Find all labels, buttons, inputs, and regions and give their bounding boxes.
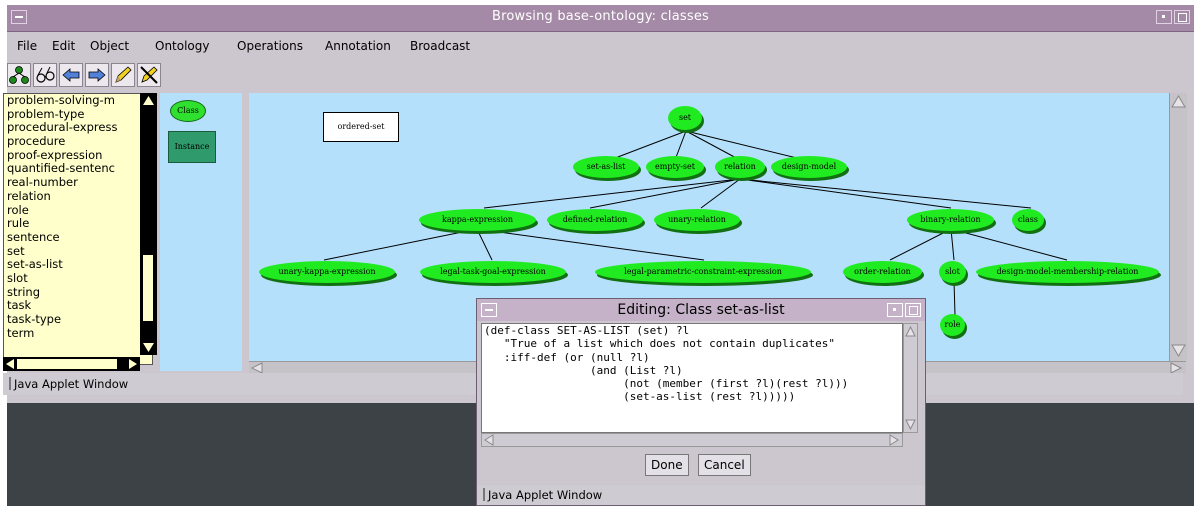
dialog-title: Editing: Class set-as-list [617, 302, 785, 318]
dialog-applet-status-label: Java Applet Window [483, 488, 602, 502]
scroll-up-icon [143, 96, 154, 105]
list-item[interactable]: proof-expression [4, 148, 152, 163]
code-line: (set-as-list (rest ?l))))) [484, 390, 796, 404]
done-button[interactable]: Done [645, 454, 689, 476]
class-list-horizontal-scrollbar[interactable] [3, 357, 140, 371]
list-item[interactable]: real-number [4, 175, 152, 190]
scroll-right-icon [1170, 362, 1183, 374]
code-line: :iff-def (or (null ?l) [484, 350, 650, 364]
maximize-button[interactable] [1174, 10, 1190, 24]
list-item[interactable]: problem-solving-m [4, 94, 152, 108]
graph-node-set-as-list[interactable]: set-as-list [573, 156, 639, 178]
graph-node-defined-relation[interactable]: defined-relation [547, 209, 643, 231]
class-mode-button[interactable]: Class [170, 100, 206, 122]
graph-node-design-model-membership-relation[interactable]: design-model-membership-relation [976, 261, 1159, 283]
scroll-right-icon [889, 434, 899, 446]
scroll-right-icon [129, 359, 137, 369]
scroll-left-icon [484, 434, 494, 446]
graph-node-slot[interactable]: slot [939, 261, 966, 283]
scroll-down-icon [143, 343, 154, 352]
graph-node-order-relation[interactable]: order-relation [843, 261, 922, 283]
dialog-applet-status-bar: Java Applet Window [477, 485, 925, 505]
list-item[interactable]: string [4, 285, 152, 300]
menu-operations[interactable]: Operations [237, 39, 303, 53]
glasses-icon[interactable] [33, 63, 57, 87]
scroll-down-icon [1171, 344, 1186, 357]
edit-class-dialog: Editing: Class set-as-list (def-class SE… [476, 298, 926, 506]
list-item[interactable]: problem-type [4, 107, 152, 122]
graph-node-role[interactable]: role [940, 314, 965, 336]
graph-node-relation[interactable]: relation [715, 156, 765, 178]
list-item[interactable]: role [4, 203, 152, 218]
minimize-button[interactable] [1156, 10, 1172, 24]
list-item[interactable]: quantified-sentenc [4, 162, 152, 176]
class-definition-editor[interactable]: (def-class SET-AS-LIST (set) ?l "True of… [481, 323, 903, 433]
scroll-left-icon [250, 362, 263, 374]
dialog-title-bar[interactable]: Editing: Class set-as-list [477, 299, 925, 321]
menu-broadcast[interactable]: Broadcast [410, 39, 470, 53]
scroll-up-icon [1171, 95, 1186, 108]
graph-node-design-model[interactable]: design-model [771, 156, 847, 178]
graph-node-set[interactable]: set [668, 106, 702, 130]
list-item[interactable]: task-type [4, 312, 152, 327]
dialog-maximize-button[interactable] [905, 303, 921, 317]
class-list-hscroll-thumb[interactable] [17, 359, 117, 369]
graph-node-class[interactable]: class [1012, 209, 1044, 231]
menu-object[interactable]: Object [90, 39, 129, 53]
tree-icon[interactable] [7, 63, 31, 87]
scroll-down-icon [905, 419, 916, 431]
menu-bar: File Edit Object Ontology Operations Ann… [7, 32, 1194, 58]
graph-node-kappa-expression[interactable]: kappa-expression [419, 209, 536, 231]
pencil-delete-icon[interactable] [137, 63, 161, 87]
list-item[interactable]: rule [4, 216, 152, 231]
arrow-left-icon[interactable] [59, 63, 83, 87]
dialog-minimize-button[interactable] [887, 303, 903, 317]
menu-edit[interactable]: Edit [52, 39, 75, 53]
graph-node-binary-relation[interactable]: binary-relation [907, 209, 994, 231]
graph-node-legal-task-goal-expression[interactable]: legal-task-goal-expression [420, 261, 566, 283]
arrow-right-icon[interactable] [85, 63, 109, 87]
pencil-icon[interactable] [111, 63, 135, 87]
graph-node-legal-parametric-constraint-expression[interactable]: legal-parametric-constraint-expression [595, 261, 811, 283]
graph-node-unary-relation[interactable]: unary-relation [654, 209, 740, 231]
menu-annotation[interactable]: Annotation [325, 39, 391, 53]
window-title: Browsing base-ontology: classes [491, 9, 710, 24]
cancel-button[interactable]: Cancel [698, 454, 751, 476]
list-item[interactable]: procedural-express [4, 121, 152, 135]
graph-node-unary-kappa-expression[interactable]: unary-kappa-expression [259, 261, 395, 283]
code-line: (def-class SET-AS-LIST (set) ?l [484, 324, 690, 337]
list-item[interactable]: term [4, 326, 152, 341]
mode-panel: Class Instance [160, 93, 242, 371]
class-list-vertical-scrollbar[interactable] [140, 93, 157, 355]
instance-mode-button[interactable]: Instance [168, 131, 216, 163]
graph-node-ordered-set[interactable]: ordered-set [323, 112, 399, 142]
list-item[interactable]: set [4, 244, 152, 259]
class-list-scroll-thumb[interactable] [143, 255, 153, 321]
list-item[interactable]: set-as-list [4, 258, 152, 272]
class-list[interactable]: problem-solving-m problem-type procedura… [3, 93, 153, 365]
graph-vertical-scrollbar[interactable] [1169, 93, 1187, 361]
menu-file[interactable]: File [17, 39, 37, 53]
editor-horizontal-scrollbar[interactable] [481, 433, 903, 447]
scroll-up-icon [905, 325, 916, 337]
menu-ontology[interactable]: Ontology [155, 39, 210, 53]
list-item[interactable]: task [4, 299, 152, 313]
graph-node-empty-set[interactable]: empty-set [646, 156, 704, 178]
code-line: "True of a list which does not contain d… [484, 337, 835, 351]
applet-status-label: Java Applet Window [9, 377, 128, 391]
list-item[interactable]: slot [4, 271, 152, 286]
code-line: (not (member (first ?l)(rest ?l))) [484, 377, 849, 391]
list-item[interactable]: sentence [4, 230, 152, 245]
list-item[interactable]: relation [4, 189, 152, 204]
list-item[interactable]: procedure [4, 134, 152, 149]
title-bar[interactable]: Browsing base-ontology: classes [7, 5, 1194, 32]
code-line: (and (List ?l) [484, 363, 683, 377]
editor-vertical-scrollbar[interactable] [903, 323, 918, 433]
scroll-left-icon [6, 359, 14, 369]
